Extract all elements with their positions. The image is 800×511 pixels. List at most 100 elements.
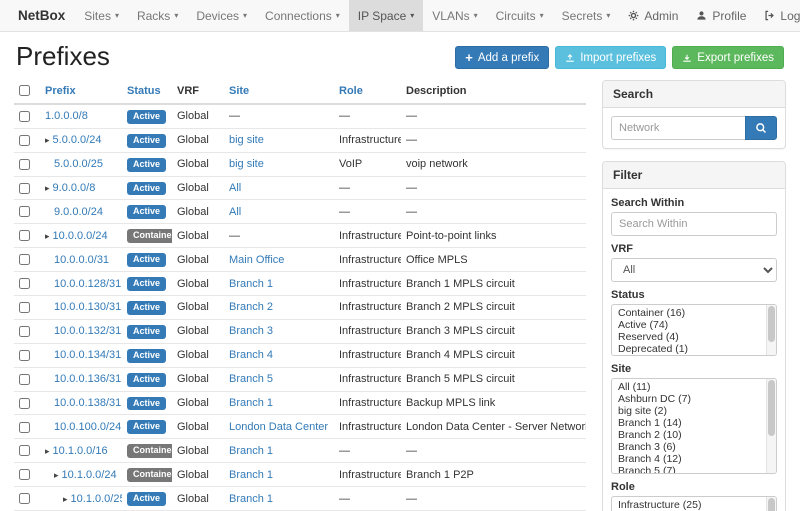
search-within-input[interactable] xyxy=(611,212,777,236)
site-listbox[interactable]: All (11)Ashburn DC (7)big site (2)Branch… xyxy=(611,378,777,474)
column-header-site[interactable]: Site xyxy=(229,85,249,97)
row-checkbox[interactable] xyxy=(19,422,30,433)
site-link[interactable]: Branch 4 xyxy=(229,349,273,361)
row-checkbox[interactable] xyxy=(19,350,30,361)
row-checkbox[interactable] xyxy=(19,183,30,194)
scrollbar[interactable] xyxy=(766,305,776,355)
import-prefixes-button[interactable]: Import prefixes xyxy=(555,46,666,69)
row-checkbox[interactable] xyxy=(19,278,30,289)
export-prefixes-button[interactable]: Export prefixes xyxy=(672,46,784,69)
nav-item-circuits[interactable]: Circuits▾ xyxy=(487,0,553,31)
listbox-option[interactable]: Infrastructure (25) xyxy=(612,499,764,511)
site-link[interactable]: Main Office xyxy=(229,254,284,266)
prefix-link[interactable]: 10.0.0.138/31 xyxy=(54,397,121,409)
prefix-link[interactable]: 10.0.0.136/31 xyxy=(54,373,121,385)
column-header-prefix[interactable]: Prefix xyxy=(45,85,76,97)
site-link[interactable]: Branch 1 xyxy=(229,493,273,505)
profile-link[interactable]: Profile xyxy=(687,0,755,31)
row-checkbox[interactable] xyxy=(19,493,30,504)
row-checkbox[interactable] xyxy=(19,469,30,480)
row-checkbox[interactable] xyxy=(19,398,30,409)
column-header-status[interactable]: Status xyxy=(127,85,161,97)
prefix-link[interactable]: 1.0.0.0/8 xyxy=(45,110,88,122)
row-checkbox[interactable] xyxy=(19,230,30,241)
nav-item-label: VLANs xyxy=(432,9,469,23)
listbox-option[interactable]: Branch 1 (14) xyxy=(612,417,764,429)
search-button[interactable] xyxy=(745,116,777,140)
row-checkbox[interactable] xyxy=(19,302,30,313)
site-link[interactable]: Branch 1 xyxy=(229,445,273,457)
site-link[interactable]: All xyxy=(229,182,241,194)
nav-item-racks[interactable]: Racks▾ xyxy=(128,0,187,31)
vrf-cell: Global xyxy=(172,415,224,439)
listbox-option[interactable]: Reserved (4) xyxy=(612,331,764,343)
nav-item-label: Sites xyxy=(84,9,111,23)
admin-link[interactable]: Admin xyxy=(619,0,687,31)
listbox-option[interactable]: Ashburn DC (7) xyxy=(612,393,764,405)
nav-item-connections[interactable]: Connections▾ xyxy=(256,0,349,31)
nav-item-ip-space[interactable]: IP Space▾ xyxy=(349,0,424,31)
site-link[interactable]: Branch 1 xyxy=(229,397,273,409)
prefix-link[interactable]: 10.1.0.0/25 xyxy=(71,493,122,505)
status-listbox[interactable]: Container (16)Active (74)Reserved (4)Dep… xyxy=(611,304,777,356)
listbox-option[interactable]: Container (16) xyxy=(612,307,764,319)
listbox-option[interactable]: Deprecated (1) xyxy=(612,343,764,355)
prefix-link[interactable]: 10.0.0.134/31 xyxy=(54,349,121,361)
listbox-option[interactable]: Branch 2 (10) xyxy=(612,429,764,441)
listbox-option[interactable]: big site (2) xyxy=(612,405,764,417)
scrollbar-thumb[interactable] xyxy=(768,498,775,511)
nav-item-label: Circuits xyxy=(496,9,536,23)
nav-item-devices[interactable]: Devices▾ xyxy=(187,0,256,31)
prefix-link[interactable]: 10.0.0.132/31 xyxy=(54,325,121,337)
site-link[interactable]: big site xyxy=(229,158,264,170)
vrf-select[interactable]: All xyxy=(611,258,777,282)
nav-item-vlans[interactable]: VLANs▾ xyxy=(423,0,486,31)
nav-item-sites[interactable]: Sites▾ xyxy=(75,0,128,31)
row-checkbox[interactable] xyxy=(19,135,30,146)
brand[interactable]: NetBox xyxy=(8,0,75,31)
column-header-role[interactable]: Role xyxy=(339,85,363,97)
prefix-link[interactable]: 10.0.0.0/31 xyxy=(54,254,109,266)
listbox-option[interactable]: Branch 4 (12) xyxy=(612,453,764,465)
row-checkbox[interactable] xyxy=(19,206,30,217)
listbox-option[interactable]: All (11) xyxy=(612,381,764,393)
site-link[interactable]: Branch 1 xyxy=(229,278,273,290)
row-checkbox[interactable] xyxy=(19,254,30,265)
scrollbar-thumb[interactable] xyxy=(768,380,775,436)
row-checkbox[interactable] xyxy=(19,159,30,170)
row-checkbox[interactable] xyxy=(19,111,30,122)
listbox-option[interactable]: Branch 3 (6) xyxy=(612,441,764,453)
scrollbar-thumb[interactable] xyxy=(768,306,775,342)
scrollbar[interactable] xyxy=(766,497,776,511)
log-out-link[interactable]: Log out xyxy=(755,0,800,31)
site-link[interactable]: Branch 1 xyxy=(229,469,273,481)
role-listbox[interactable]: Infrastructure (25)Management (8)Private… xyxy=(611,496,777,511)
prefix-link[interactable]: 10.0.0.0/24 xyxy=(53,230,108,242)
scrollbar[interactable] xyxy=(766,379,776,473)
site-link[interactable]: Branch 2 xyxy=(229,301,273,313)
prefix-link[interactable]: 5.0.0.0/25 xyxy=(54,158,103,170)
add-a-prefix-button[interactable]: +Add a prefix xyxy=(455,46,549,69)
row-checkbox[interactable] xyxy=(19,374,30,385)
site-link[interactable]: All xyxy=(229,206,241,218)
listbox-option[interactable]: Branch 5 (7) xyxy=(612,465,764,474)
nav-item-secrets[interactable]: Secrets▾ xyxy=(553,0,620,31)
site-link[interactable]: Branch 5 xyxy=(229,373,273,385)
prefix-link[interactable]: 10.1.0.0/24 xyxy=(62,469,117,481)
row-checkbox[interactable] xyxy=(19,445,30,456)
prefix-link[interactable]: 9.0.0.0/24 xyxy=(54,206,103,218)
prefix-link[interactable]: 5.0.0.0/24 xyxy=(53,134,102,146)
search-panel: Search xyxy=(602,80,786,149)
prefix-link[interactable]: 10.1.0.0/16 xyxy=(53,445,108,457)
search-input[interactable] xyxy=(611,116,745,140)
prefix-link[interactable]: 10.0.100.0/24 xyxy=(54,421,121,433)
site-link[interactable]: London Data Center xyxy=(229,421,328,433)
site-link[interactable]: Branch 3 xyxy=(229,325,273,337)
prefix-link[interactable]: 10.0.0.128/31 xyxy=(54,278,121,290)
prefix-link[interactable]: 9.0.0.0/8 xyxy=(53,182,96,194)
prefix-link[interactable]: 10.0.0.130/31 xyxy=(54,301,121,313)
site-link[interactable]: big site xyxy=(229,134,264,146)
select-all-checkbox[interactable] xyxy=(19,85,30,96)
listbox-option[interactable]: Active (74) xyxy=(612,319,764,331)
row-checkbox[interactable] xyxy=(19,326,30,337)
